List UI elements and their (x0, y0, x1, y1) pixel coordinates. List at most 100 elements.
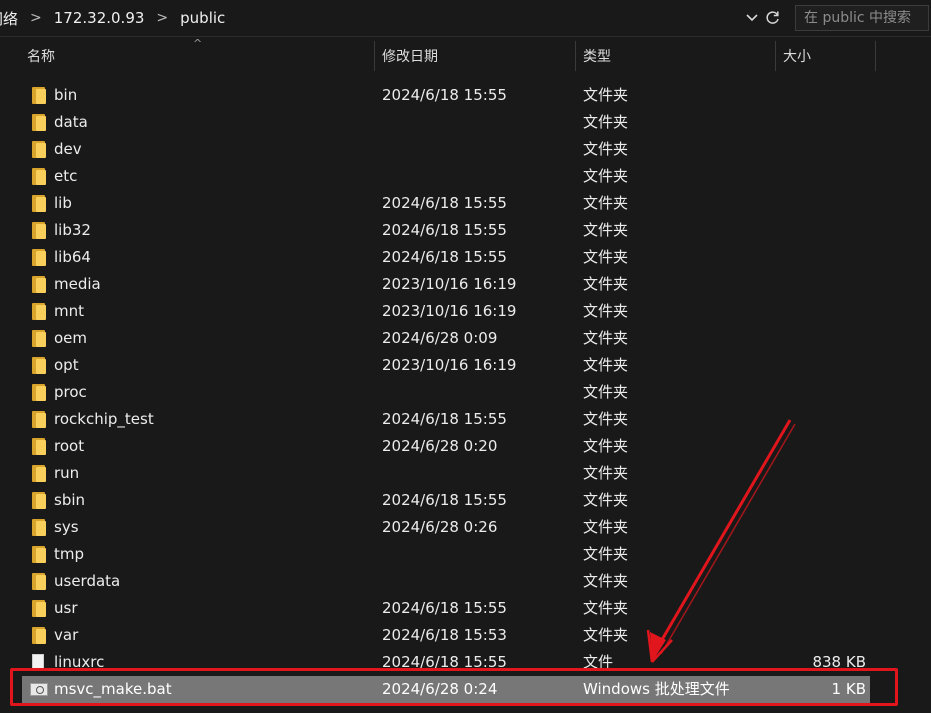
file-name: run (54, 464, 80, 482)
file-name: proc (54, 383, 87, 401)
file-row-rockchip-test[interactable]: rockchip_test 2024/6/18 15:55 文件夹 (22, 406, 870, 433)
folder-icon (32, 167, 46, 185)
file-type: 文件夹 (583, 383, 629, 401)
sort-ascending-icon[interactable]: ^ (193, 37, 202, 50)
file-name: media (54, 275, 101, 293)
file-name: userdata (54, 572, 121, 590)
breadcrumb-host[interactable]: 172.32.0.93 (48, 9, 151, 27)
column-header-date[interactable]: 修改日期 (382, 37, 438, 73)
column-header-size[interactable]: 大小 (783, 37, 811, 73)
file-row-run[interactable]: run 文件夹 (22, 460, 870, 487)
file-row-sbin[interactable]: sbin 2024/6/18 15:55 文件夹 (22, 487, 870, 514)
file-row-lib32[interactable]: lib32 2024/6/18 15:55 文件夹 (22, 217, 870, 244)
address-bar[interactable]: 网络 > 172.32.0.93 > public (0, 0, 931, 37)
file-date: 2023/10/16 16:19 (382, 356, 517, 374)
file-row-sys[interactable]: sys 2024/6/28 0:26 文件夹 (22, 514, 870, 541)
annotation-highlight-box (10, 668, 898, 706)
file-type: 文件夹 (583, 140, 629, 158)
file-name: mnt (54, 302, 84, 320)
file-row-oem[interactable]: oem 2024/6/28 0:09 文件夹 (22, 325, 870, 352)
breadcrumb-network[interactable]: 网络 (0, 8, 24, 29)
file-explorer-window: 网络 > 172.32.0.93 > public ^ 名称 修改日期 类型 大… (0, 0, 931, 713)
chevron-down-icon[interactable] (743, 8, 761, 28)
file-name: root (54, 437, 85, 455)
file-type: 文件夹 (583, 356, 629, 374)
column-divider[interactable] (775, 41, 776, 71)
file-name: lib32 (54, 221, 91, 239)
file-name: data (54, 113, 88, 131)
file-date: 2024/6/28 0:20 (382, 437, 498, 455)
file-date: 2024/6/18 15:55 (382, 248, 507, 266)
file-row-opt[interactable]: opt 2023/10/16 16:19 文件夹 (22, 352, 870, 379)
file-name: opt (54, 356, 79, 374)
file-name: var (54, 626, 79, 644)
file-type: 文件夹 (583, 86, 629, 104)
file-type: 文件夹 (583, 599, 629, 617)
chevron-right-icon[interactable]: > (24, 10, 48, 26)
file-row-tmp[interactable]: tmp 文件夹 (22, 541, 870, 568)
breadcrumb: 网络 > 172.32.0.93 > public (0, 0, 760, 36)
file-row-data[interactable]: data 文件夹 (22, 109, 870, 136)
file-type: 文件夹 (583, 221, 629, 239)
file-type: 文件夹 (583, 113, 629, 131)
column-header-type[interactable]: 类型 (583, 37, 611, 73)
file-name: lib64 (54, 248, 91, 266)
file-name: sys (54, 518, 79, 536)
file-row-media[interactable]: media 2023/10/16 16:19 文件夹 (22, 271, 870, 298)
column-divider[interactable] (374, 41, 375, 71)
folder-icon (32, 140, 46, 158)
file-date: 2024/6/18 15:55 (382, 491, 507, 509)
file-row-var[interactable]: var 2024/6/18 15:53 文件夹 (22, 622, 870, 649)
file-date: 2024/6/18 15:53 (382, 626, 507, 644)
search-box[interactable] (795, 5, 929, 31)
file-type: 文件夹 (583, 248, 629, 266)
folder-icon (32, 383, 46, 401)
search-input[interactable] (804, 10, 924, 26)
file-row-userdata[interactable]: userdata 文件夹 (22, 568, 870, 595)
folder-icon (32, 356, 46, 374)
chevron-right-icon[interactable]: > (150, 10, 174, 26)
file-name: oem (54, 329, 88, 347)
file-type: 文件夹 (583, 572, 629, 590)
file-row-etc[interactable]: etc 文件夹 (22, 163, 870, 190)
folder-icon (32, 518, 46, 536)
file-row-mnt[interactable]: mnt 2023/10/16 16:19 文件夹 (22, 298, 870, 325)
folder-icon (32, 437, 46, 455)
refresh-icon[interactable] (764, 8, 782, 28)
file-date: 2024/6/18 15:55 (382, 194, 507, 212)
file-type: 文件夹 (583, 275, 629, 293)
file-row-root[interactable]: root 2024/6/28 0:20 文件夹 (22, 433, 870, 460)
breadcrumb-public[interactable]: public (174, 9, 231, 27)
file-name: usr (54, 599, 78, 617)
column-header-name[interactable]: 名称 (27, 37, 55, 73)
folder-icon (32, 599, 46, 617)
folder-icon (32, 113, 46, 131)
file-date: 2024/6/28 0:26 (382, 518, 498, 536)
file-date: 2023/10/16 16:19 (382, 302, 517, 320)
column-divider[interactable] (875, 41, 876, 71)
file-type: 文件夹 (583, 167, 629, 185)
file-row-bin[interactable]: bin 2024/6/18 15:55 文件夹 (22, 82, 870, 109)
file-date: 2023/10/16 16:19 (382, 275, 517, 293)
file-name: sbin (54, 491, 86, 509)
file-row-dev[interactable]: dev 文件夹 (22, 136, 870, 163)
file-type: 文件夹 (583, 194, 629, 212)
file-name: rockchip_test (54, 410, 154, 428)
file-row-lib[interactable]: lib 2024/6/18 15:55 文件夹 (22, 190, 870, 217)
file-type: 文件夹 (583, 302, 629, 320)
column-divider[interactable] (575, 41, 576, 71)
file-date: 2024/6/18 15:55 (382, 599, 507, 617)
file-type: 文件夹 (583, 626, 629, 644)
file-row-proc[interactable]: proc 文件夹 (22, 379, 870, 406)
folder-icon (32, 275, 46, 293)
file-name: lib (54, 194, 72, 212)
file-row-lib64[interactable]: lib64 2024/6/18 15:55 文件夹 (22, 244, 870, 271)
folder-icon (32, 464, 46, 482)
folder-icon (32, 491, 46, 509)
folder-icon (32, 626, 46, 644)
file-row-usr[interactable]: usr 2024/6/18 15:55 文件夹 (22, 595, 870, 622)
file-type: 文件夹 (583, 491, 629, 509)
folder-icon (32, 545, 46, 563)
folder-icon (32, 572, 46, 590)
file-date: 2024/6/18 15:55 (382, 410, 507, 428)
